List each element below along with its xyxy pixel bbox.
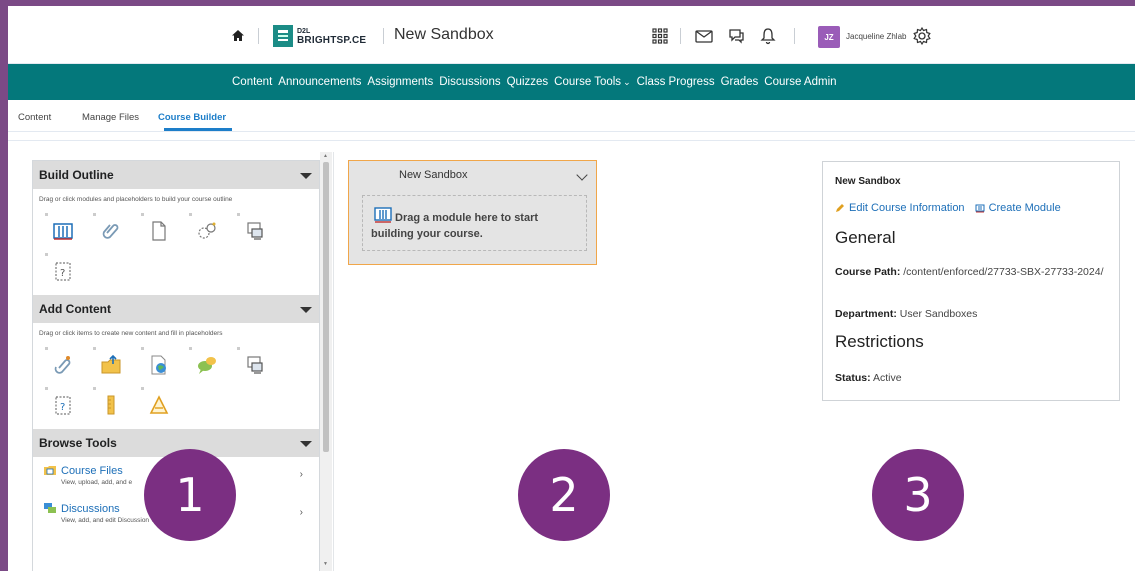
discussion-bubble-icon[interactable] bbox=[181, 345, 229, 385]
link-placeholder-icon[interactable] bbox=[181, 211, 229, 251]
nav-content[interactable]: Content bbox=[232, 76, 272, 88]
module-title: New Sandbox bbox=[399, 169, 468, 181]
course-info-panel: New Sandbox Edit Course Information Crea… bbox=[822, 161, 1120, 401]
web-page-icon[interactable] bbox=[133, 345, 181, 385]
separator bbox=[258, 28, 259, 44]
course-selector-grid-icon[interactable] bbox=[650, 26, 670, 46]
collapse-caret-icon[interactable] bbox=[300, 173, 312, 179]
separator bbox=[383, 28, 384, 44]
course-path: Course Path: /content/enforced/27733-SBX… bbox=[835, 266, 1104, 278]
course-navbar: Content Announcements Assignments Discus… bbox=[8, 64, 1135, 100]
info-panel-title: New Sandbox bbox=[835, 176, 901, 187]
nav-assignments[interactable]: Assignments bbox=[367, 76, 433, 88]
subscriptions-chat-icon[interactable] bbox=[726, 26, 746, 46]
tab-content[interactable]: Content bbox=[18, 112, 51, 123]
settings-gear-icon[interactable] bbox=[912, 26, 932, 46]
nav-course-tools[interactable]: Course Tools ⌄ bbox=[554, 76, 630, 88]
callout-number-1: 1 bbox=[144, 449, 236, 541]
chevron-down-icon: ⌄ bbox=[623, 77, 631, 87]
create-module-link[interactable]: Create Module bbox=[989, 202, 1061, 214]
status: Status: Active bbox=[835, 372, 902, 384]
section-description: Drag or click items to create new conten… bbox=[39, 330, 223, 337]
tool-name: Course Files bbox=[61, 465, 123, 477]
tab-course-builder[interactable]: Course Builder bbox=[158, 112, 226, 123]
window-frame-left bbox=[0, 0, 8, 571]
chevron-down-icon[interactable] bbox=[576, 169, 588, 181]
survey-triangle-icon[interactable] bbox=[133, 385, 181, 425]
separator bbox=[794, 28, 795, 44]
brightspace-logo[interactable]: D2L BRIGHTSP.CE bbox=[273, 24, 385, 48]
user-avatar[interactable]: JZ bbox=[818, 26, 840, 48]
edit-pencil-icon bbox=[836, 204, 844, 212]
tab-manage-files[interactable]: Manage Files bbox=[82, 112, 139, 123]
nav-announcements[interactable]: Announcements bbox=[278, 76, 361, 88]
svg-text:?: ? bbox=[60, 402, 65, 413]
section-title: Add Content bbox=[39, 302, 111, 316]
tool-description: View, upload, add, and e bbox=[61, 479, 133, 486]
attachment-icon[interactable] bbox=[37, 345, 85, 385]
create-module-icon bbox=[975, 204, 985, 213]
paperclip-icon[interactable] bbox=[85, 211, 133, 251]
callout-number-3: 3 bbox=[872, 449, 964, 541]
notification-bell-icon[interactable] bbox=[758, 26, 778, 46]
add-content-header[interactable]: Add Content bbox=[33, 295, 319, 323]
nav-discussions[interactable]: Discussions bbox=[439, 76, 500, 88]
section-description: Drag or click modules and placeholders t… bbox=[39, 196, 233, 203]
question-icon[interactable]: ? bbox=[37, 385, 85, 425]
chevron-right-icon: › bbox=[299, 507, 303, 518]
section-title: Browse Tools bbox=[39, 436, 117, 450]
logo-badge-icon bbox=[273, 25, 293, 47]
unknown-placeholder-icon[interactable]: ? bbox=[37, 251, 85, 291]
nav-class-progress[interactable]: Class Progress bbox=[637, 76, 715, 88]
scroll-up-arrow-icon[interactable]: ▲ bbox=[323, 153, 328, 159]
quiz-tool-icon[interactable] bbox=[229, 345, 277, 385]
content-icon-grid: ? bbox=[33, 341, 319, 429]
content-tabs: Content Manage Files Course Builder bbox=[8, 100, 1135, 132]
nav-quizzes[interactable]: Quizzes bbox=[507, 76, 549, 88]
info-links: Edit Course Information Create Module bbox=[835, 202, 1061, 214]
section-title: Build Outline bbox=[39, 168, 114, 182]
outline-icon-grid: ? bbox=[33, 207, 319, 295]
department: Department: User Sandboxes bbox=[835, 308, 978, 320]
edit-course-information-link[interactable]: Edit Course Information bbox=[849, 202, 965, 214]
nav-grades[interactable]: Grades bbox=[721, 76, 759, 88]
collapse-caret-icon[interactable] bbox=[300, 441, 312, 447]
user-name[interactable]: Jacqueline Zhlab bbox=[846, 32, 906, 41]
discussions-icon bbox=[44, 503, 56, 513]
restrictions-heading: Restrictions bbox=[835, 332, 924, 351]
left-panel-scrollbar[interactable]: ▲ ▼ bbox=[320, 152, 332, 571]
upload-folder-icon[interactable] bbox=[85, 345, 133, 385]
separator bbox=[680, 28, 681, 44]
panel-divider bbox=[333, 152, 334, 571]
chevron-right-icon: › bbox=[299, 469, 303, 480]
page-icon[interactable] bbox=[133, 211, 181, 251]
collapse-caret-icon[interactable] bbox=[300, 307, 312, 313]
nav-course-admin[interactable]: Course Admin bbox=[764, 76, 836, 88]
general-heading: General bbox=[835, 228, 896, 247]
course-outline-module[interactable]: New Sandbox Drag a module here to start … bbox=[348, 160, 597, 265]
message-envelope-icon[interactable] bbox=[694, 26, 714, 46]
module-icon[interactable] bbox=[37, 211, 85, 251]
scrollbar-thumb[interactable] bbox=[323, 162, 329, 452]
assignment-ruler-icon[interactable] bbox=[85, 385, 133, 425]
home-icon[interactable] bbox=[230, 28, 246, 44]
minibar: D2L BRIGHTSP.CE New Sandbox JZ Jacquelin… bbox=[8, 6, 1135, 64]
svg-text:?: ? bbox=[60, 268, 65, 279]
callout-number-2: 2 bbox=[518, 449, 610, 541]
drop-zone-text: Drag a module here to start building you… bbox=[371, 212, 539, 240]
logo-big-text: BRIGHTSP.CE bbox=[297, 35, 367, 46]
tool-name: Discussions bbox=[61, 503, 120, 515]
build-outline-header[interactable]: Build Outline bbox=[33, 161, 319, 189]
build-outline-section: Build Outline Drag or click modules and … bbox=[33, 161, 319, 295]
scroll-down-arrow-icon[interactable]: ▼ bbox=[323, 561, 328, 567]
add-content-section: Add Content Drag or click items to creat… bbox=[33, 295, 319, 429]
course-title[interactable]: New Sandbox bbox=[394, 26, 494, 44]
tool-placeholder-icon[interactable] bbox=[229, 211, 277, 251]
active-tab-indicator bbox=[164, 128, 232, 131]
module-drop-zone[interactable]: Drag a module here to start building you… bbox=[362, 195, 587, 251]
course-files-icon bbox=[44, 466, 56, 475]
